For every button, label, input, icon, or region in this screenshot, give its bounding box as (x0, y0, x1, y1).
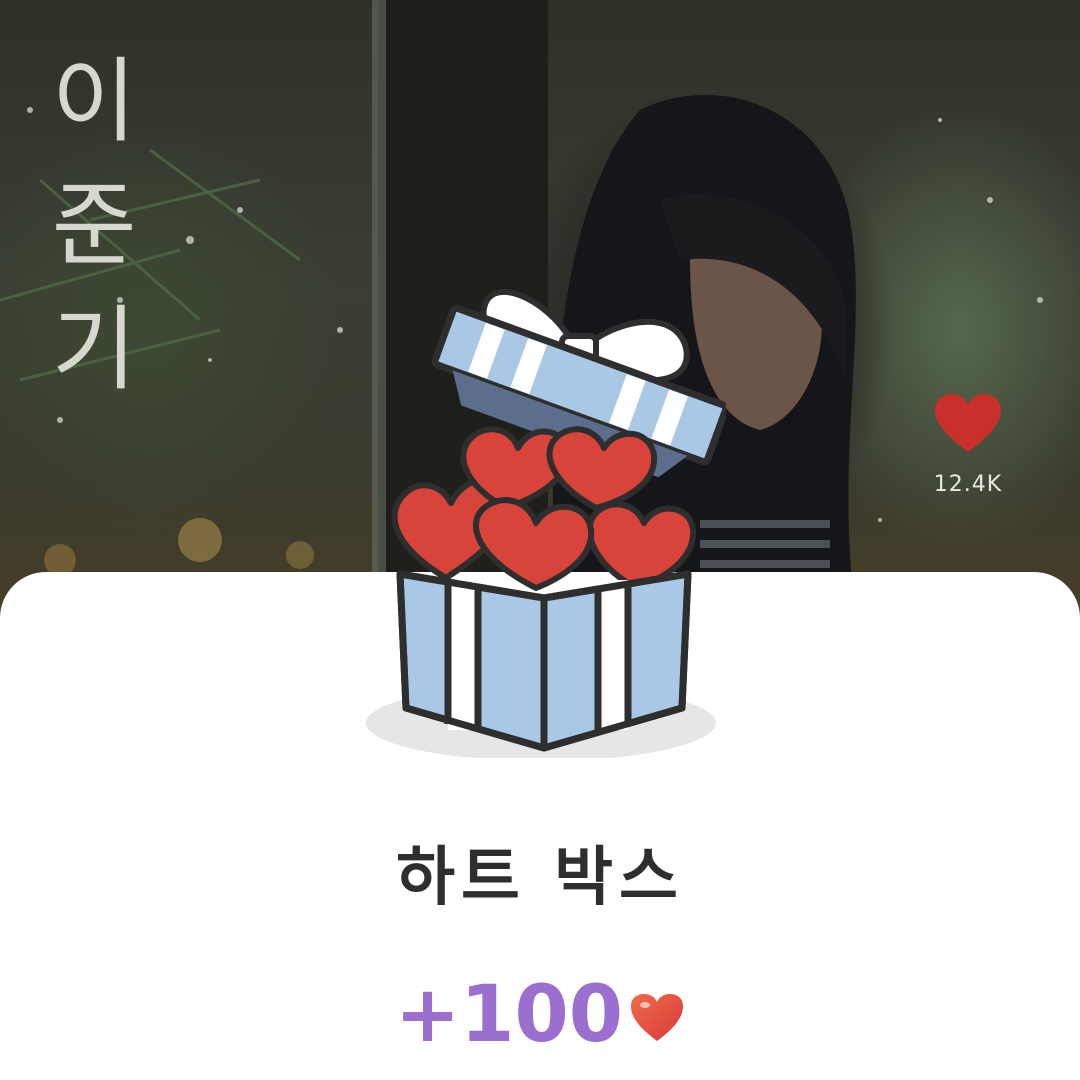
heart-icon (631, 994, 684, 1041)
reward-amount-row: +100 (0, 970, 1080, 1060)
like-count: 12.4K (933, 472, 1003, 497)
vertical-title: 이 준 기 (51, 40, 137, 412)
vertical-title-char-1: 이 (51, 48, 137, 155)
vertical-title-char-2: 준 (51, 172, 137, 279)
reward-amount: +100 (394, 970, 624, 1060)
like-button[interactable]: 12.4K (928, 392, 1008, 497)
reward-title: 하트 박스 (396, 841, 684, 915)
heart-icon (935, 394, 1001, 452)
pine-branches (0, 148, 301, 382)
screen: 이 준 기 12.4K 하트 박스 +100 (0, 0, 1080, 1080)
bokeh-lights (44, 518, 314, 576)
vertical-title-char-3: 기 (51, 296, 137, 403)
gift-box-icon (366, 288, 726, 758)
